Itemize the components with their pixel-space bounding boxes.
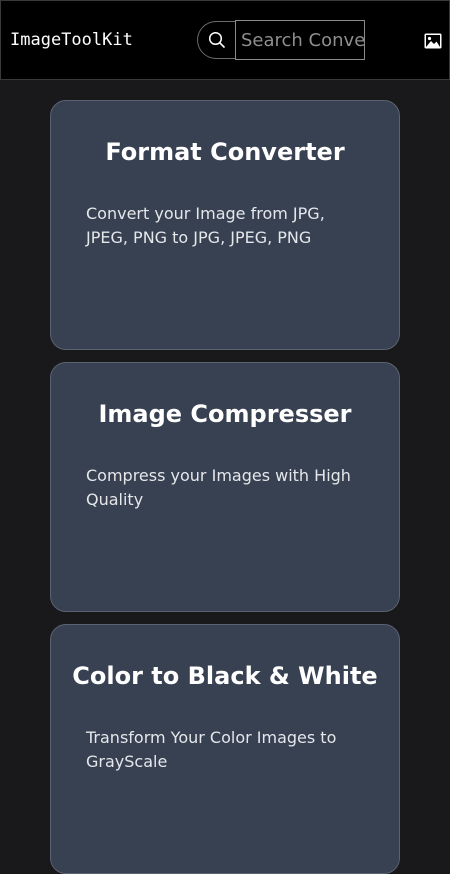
card-title: Image Compresser [98, 400, 352, 428]
navbar: ImageToolKit [0, 0, 450, 80]
card-description: Convert your Image from JPG, JPEG, PNG t… [86, 204, 325, 247]
brand-logo[interactable]: ImageToolKit [10, 30, 133, 50]
image-icon[interactable] [424, 33, 442, 49]
card-image-compresser[interactable]: Image Compresser Compress your Images wi… [50, 362, 400, 612]
card-format-converter[interactable]: Format Converter Convert your Image from… [50, 100, 400, 350]
card-title: Format Converter [105, 138, 345, 166]
card-description: Compress your Images with High Quality [86, 466, 351, 509]
search-bar [197, 20, 365, 60]
search-icon [208, 31, 225, 48]
card-color-to-bw[interactable]: Color to Black & White Transform Your Co… [50, 624, 400, 874]
search-input[interactable] [235, 20, 365, 60]
search-button[interactable] [197, 21, 235, 59]
card-description: Transform Your Color Images to GrayScale [86, 728, 337, 771]
card-title: Color to Black & White [72, 662, 378, 690]
